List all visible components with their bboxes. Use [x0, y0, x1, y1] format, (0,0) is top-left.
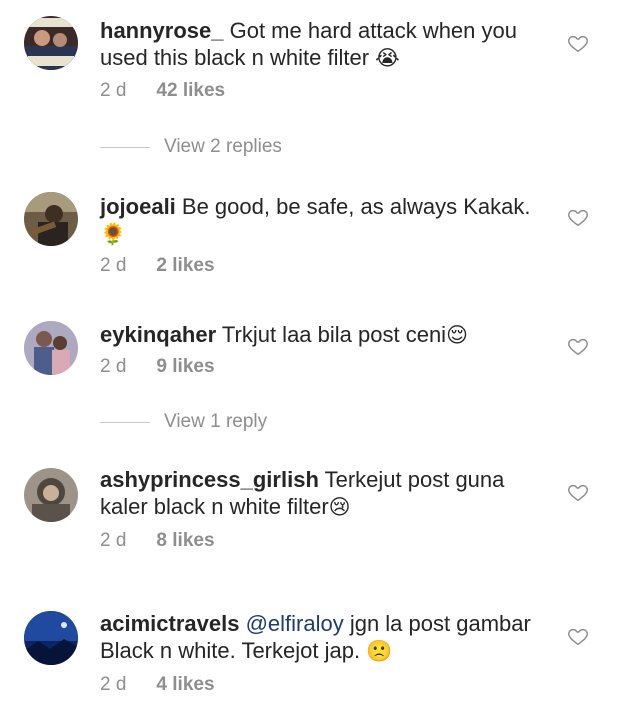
avatar[interactable] [24, 321, 78, 375]
comment-username[interactable]: eykinqaher [100, 322, 216, 347]
replies-divider [100, 146, 150, 148]
heart-outline-icon[interactable] [567, 32, 589, 54]
comment-meta: 2 d 42 likes [100, 80, 225, 102]
comment-time: 2 d [100, 356, 127, 377]
comment-text: eykinqaher Trkjut laa bila post ceni😌 [100, 321, 550, 349]
replies-divider [100, 421, 150, 423]
comment-message: Be good, be safe, as always Kakak. [175, 194, 531, 219]
like-count[interactable]: 2 likes [156, 255, 214, 277]
heart-outline-icon[interactable] [567, 335, 589, 357]
like-count[interactable]: 8 likes [156, 530, 214, 552]
frowning-emoji-icon: 🙁 [366, 640, 393, 663]
comment-username[interactable]: hannyrose_ [100, 18, 224, 43]
heart-outline-icon[interactable] [567, 481, 589, 503]
view-replies[interactable]: View 2 replies [100, 136, 282, 158]
like-count[interactable]: 42 likes [156, 80, 225, 102]
crying-face-emoji-icon: 😢 [328, 496, 351, 519]
like-count[interactable]: 4 likes [156, 674, 214, 696]
comment-time: 2 d [100, 530, 127, 551]
comment-time: 2 d [100, 674, 127, 695]
crying-emoji-icon: 😭 [375, 47, 400, 70]
comment-meta: 2 d 4 likes [100, 674, 215, 696]
like-count[interactable]: 9 likes [156, 356, 214, 378]
view-replies-label[interactable]: View 2 replies [164, 136, 282, 158]
comment-text: ashyprincess_girlish Terkejut post guna … [100, 466, 550, 521]
avatar[interactable] [24, 192, 78, 246]
comment-username[interactable]: ashyprincess_girlish [100, 467, 319, 492]
view-replies-label[interactable]: View 1 reply [164, 411, 267, 433]
avatar[interactable] [24, 611, 78, 665]
comment-meta: 2 d 9 likes [100, 356, 215, 378]
comment-message: Trkjut laa bila post ceni [216, 322, 447, 347]
view-replies[interactable]: View 1 reply [100, 411, 267, 433]
relieved-emoji-icon: 😌 [446, 324, 468, 347]
comment-time: 2 d [100, 255, 127, 276]
heart-outline-icon[interactable] [567, 625, 589, 647]
comment-text: acimictravels @elfiraloy jgn la post gam… [100, 610, 550, 665]
comment-text: jojoeali Be good, be safe, as always Kak… [100, 193, 550, 248]
heart-outline-icon[interactable] [567, 206, 589, 228]
sunflower-emoji-icon: 🌻 [100, 223, 127, 246]
comment-username[interactable]: acimictravels [100, 611, 239, 636]
comment-meta: 2 d 2 likes [100, 255, 215, 277]
comment-text: hannyrose_ Got me hard attack when you u… [100, 17, 550, 72]
comment-username[interactable]: jojoeali [100, 194, 176, 219]
comment-meta: 2 d 8 likes [100, 530, 215, 552]
comment-time: 2 d [100, 80, 127, 101]
avatar[interactable] [24, 468, 78, 522]
avatar[interactable] [24, 16, 78, 70]
mention-link[interactable]: @elfiraloy [246, 611, 344, 636]
